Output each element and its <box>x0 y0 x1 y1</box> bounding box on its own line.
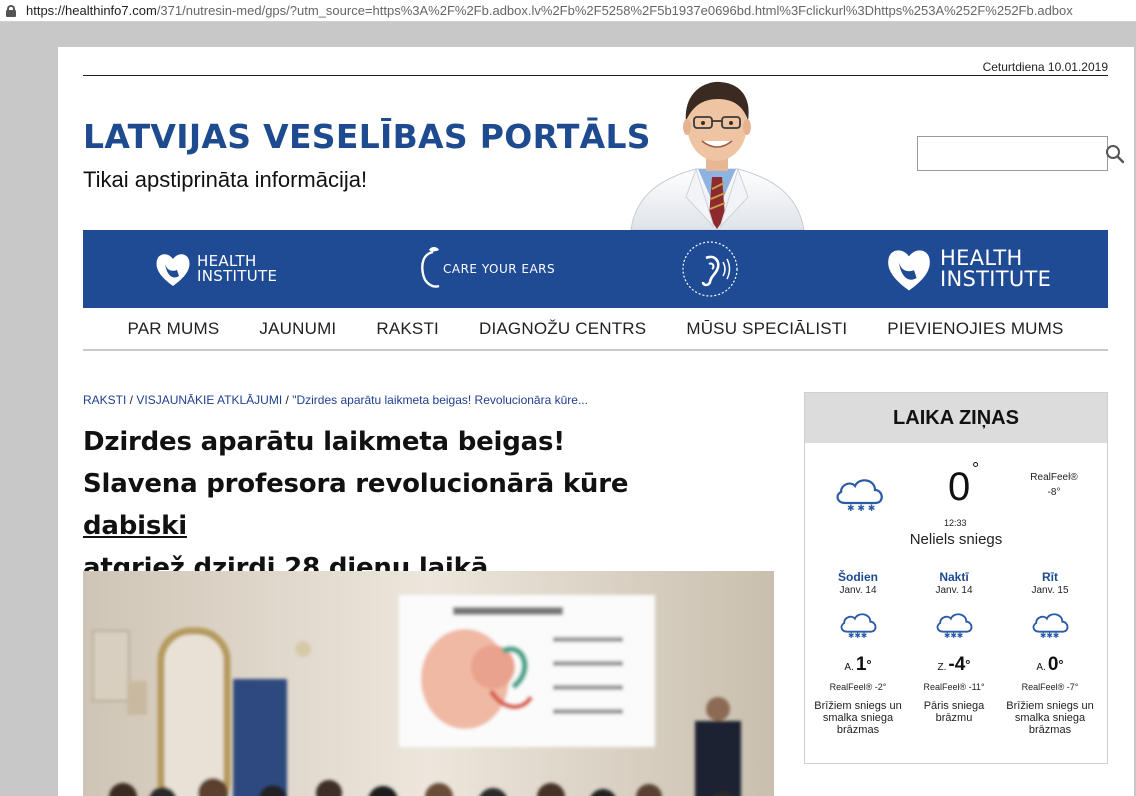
site-title[interactable]: LATVIJAS VESELĪBAS PORTĀLS <box>83 117 651 156</box>
address-bar[interactable]: https://healthinfo7.com/371/nutresin-med… <box>0 0 1136 22</box>
partner-banner: HEALTH INSTITUTE CARE YOUR EARS HEALTH I… <box>83 230 1108 308</box>
nav-par-mums[interactable]: PAR MUMS <box>127 319 219 339</box>
forecast-date: Janv. 14 <box>839 585 877 596</box>
page: Ceturtdiena 10.01.2019 LATVIJAS VESELĪBA… <box>58 47 1134 796</box>
snow-cloud-icon: ✱ ✱ ✱ <box>836 479 883 513</box>
forecast-date: Janv. 14 <box>935 585 973 596</box>
health-institute-logo-large[interactable]: HEALTH INSTITUTE <box>886 230 1051 308</box>
forecast-tomorrow[interactable]: Rīt Janv. 15 ✱✱✱ A. 0° RealFeel® -7° Brīž… <box>1000 570 1100 736</box>
search-icon <box>1106 144 1125 163</box>
forecast-day: Rīt <box>1042 570 1058 584</box>
care-your-ears-logo[interactable]: CARE YOUR EARS <box>419 230 555 308</box>
heart-hand-icon <box>156 254 190 286</box>
breadcrumb-raksti[interactable]: RAKSTI <box>83 393 126 407</box>
care-your-ears-text: CARE YOUR EARS <box>443 262 556 276</box>
nav-raksti[interactable]: RAKSTI <box>376 319 439 339</box>
current-realfeel: RealFeel® -8° <box>1021 470 1087 500</box>
snow-cloud-icon: ✱✱✱ <box>840 613 877 640</box>
forecast-description: Brīžiem sniegs un smalka sniega brāzmas <box>1006 700 1094 736</box>
forecast-deg: ° <box>965 657 971 672</box>
forecast-day: Naktī <box>939 570 969 584</box>
svg-text:✱ ✱ ✱: ✱ ✱ ✱ <box>847 504 875 513</box>
logo4-line1: HEALTH <box>940 246 1023 270</box>
site-tagline: Tikai apstiprināta informācija! <box>83 167 368 192</box>
current-degree-symbol: ° <box>972 459 980 479</box>
forecast-temperature: Z. -4° <box>904 655 1004 678</box>
headline-line1: Dzirdes aparātu laikmeta beigas! <box>83 427 565 457</box>
nav-diagnozu-centrs[interactable]: DIAGNOŽU CENTRS <box>479 319 646 339</box>
forecast-prefix: Z. <box>937 662 947 673</box>
top-divider <box>83 75 1108 76</box>
forecast-temp-value: 1 <box>855 654 867 675</box>
headline-line2: Slavena profesora revolucionārā kūre dab… <box>83 463 723 547</box>
svg-text:✱✱✱: ✱✱✱ <box>1040 631 1060 640</box>
url-path: /371/nutresin-med/gps/?utm_source=https%… <box>156 3 1073 18</box>
breadcrumb-separator: / <box>126 393 137 407</box>
forecast-night[interactable]: Naktī Janv. 14 ✱✱✱ Z. -4° RealFeel® -11° … <box>904 570 1004 724</box>
svg-text:✱✱✱: ✱✱✱ <box>944 631 964 640</box>
heart-hand-large-icon <box>888 250 930 291</box>
forecast-prefix: A. <box>1036 662 1046 673</box>
breadcrumb-separator: / <box>282 393 293 407</box>
snow-cloud-icon: ✱✱✱ <box>936 613 973 640</box>
nav-musu-specialisti[interactable]: MŪSU SPECIĀLISTI <box>686 319 847 339</box>
search-input[interactable] <box>918 137 1105 170</box>
forecast-day: Šodien <box>837 570 878 584</box>
article-hero-image <box>83 571 774 796</box>
snow-cloud-icon: ✱✱✱ <box>1032 613 1069 640</box>
forecast-temp-value: 0 <box>1047 654 1059 675</box>
nav-jaunumi[interactable]: JAUNUMI <box>259 319 336 339</box>
weather-widget: LAIKA ZIŅAS ✱ ✱ ✱ 0 ° 12:33 Neliels snie… <box>804 392 1108 764</box>
current-temperature: 0 <box>948 465 971 509</box>
search-button[interactable] <box>1105 137 1125 170</box>
forecast-description: Pāris sniega brāzmu <box>923 700 985 724</box>
forecast-realfeel: RealFeel® -11° <box>923 682 985 692</box>
forecast-date: Janv. 15 <box>1031 585 1069 596</box>
health-institute-logo-small[interactable]: HEALTH INSTITUTE <box>155 230 277 308</box>
headline-link-part1[interactable]: dabiski <box>83 511 187 541</box>
forecast-temperature: A. 0° <box>1000 655 1100 678</box>
logo1-line2: INSTITUTE <box>197 267 278 285</box>
observation-time: 12:33 <box>944 518 967 528</box>
svg-text:✱✱✱: ✱✱✱ <box>848 631 868 640</box>
forecast-temp-value: -4 <box>948 654 966 675</box>
nav-pievienojies-mums[interactable]: PIEVIENOJIES MUMS <box>887 319 1063 339</box>
breadcrumb: RAKSTI / VISJAUNĀKIE ATKLĀJUMI / "Dzirde… <box>83 393 588 407</box>
realfeel-label: RealFeel® <box>1030 472 1078 483</box>
headline-line2-text: Slavena profesora revolucionārā kūre <box>83 469 629 499</box>
health-institute-text: HEALTH INSTITUTE <box>197 254 277 284</box>
forecast-deg: ° <box>866 657 872 672</box>
lock-icon <box>6 4 16 17</box>
institute-good-hearing-logo[interactable] <box>679 230 741 308</box>
current-date: Ceturtdiena 10.01.2019 <box>982 60 1108 74</box>
forecast-realfeel: RealFeel® -7° <box>1021 682 1079 692</box>
logo4-line2: INSTITUTE <box>940 267 1052 291</box>
current-condition: Neliels sniegs <box>909 531 1003 548</box>
ear-seal-icon <box>682 241 738 297</box>
breadcrumb-visjaunakie[interactable]: VISJAUNĀKIE ATKLĀJUMI <box>136 393 282 407</box>
breadcrumb-current[interactable]: "Dzirdes aparātu laikmeta beigas! Revolu… <box>292 393 588 407</box>
ear-leaf-icon <box>421 247 440 288</box>
health-institute-large-text: HEALTH INSTITUTE <box>940 248 1051 290</box>
forecast-realfeel: RealFeel® -2° <box>829 682 887 692</box>
forecast-prefix: A. <box>844 662 854 673</box>
forecast-description: Brīžiem sniegs un smalka sniega brāzmas <box>814 700 902 736</box>
forecast-deg: ° <box>1058 657 1064 672</box>
main-nav: PAR MUMS JAUNUMI RAKSTI DIAGNOŽU CENTRS … <box>83 308 1108 351</box>
search-box <box>917 136 1125 171</box>
article-headline: Dzirdes aparātu laikmeta beigas! Slavena… <box>83 421 723 589</box>
weather-title: LAIKA ZIŅAS <box>805 393 1107 443</box>
doctor-illustration <box>630 81 805 230</box>
url-host: https://healthinfo7.com <box>26 3 157 18</box>
forecast-today[interactable]: Šodien Janv. 14 ✱✱✱ A. 1° RealFeel® -2° B… <box>808 570 908 736</box>
url-text[interactable]: https://healthinfo7.com/371/nutresin-med… <box>26 3 1073 18</box>
forecast-temperature: A. 1° <box>808 655 908 678</box>
realfeel-value: -8° <box>1047 487 1061 498</box>
